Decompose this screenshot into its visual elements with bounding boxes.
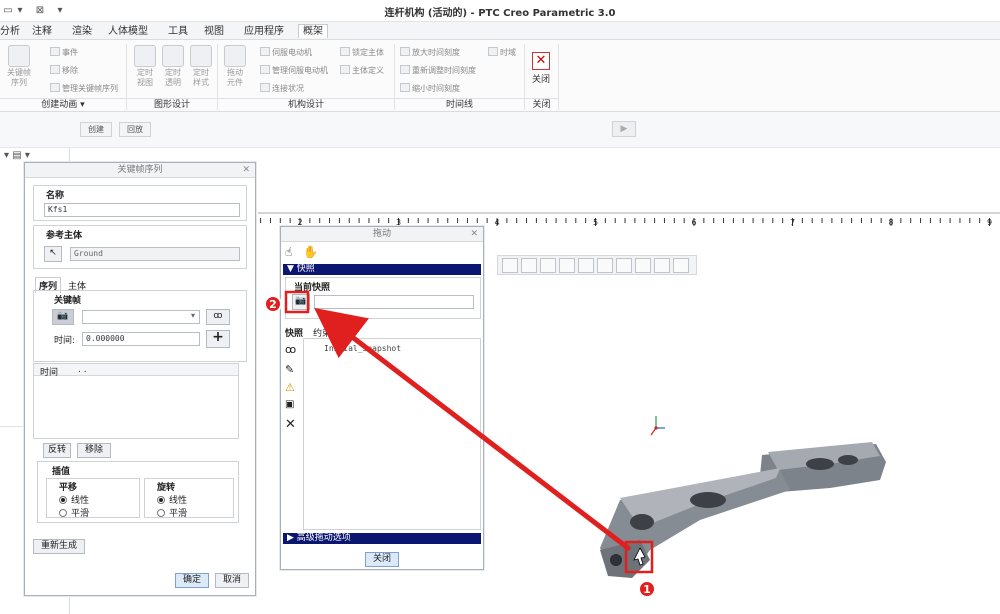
mouse-cursor-icon [633, 547, 646, 566]
callout-badge-one: 1 [638, 580, 656, 598]
annotation-arrow [314, 307, 631, 551]
callout-badge-two: 2 [264, 295, 282, 313]
annotation-overlay [284, 290, 654, 574]
highlight-box-snapshot [284, 290, 310, 314]
